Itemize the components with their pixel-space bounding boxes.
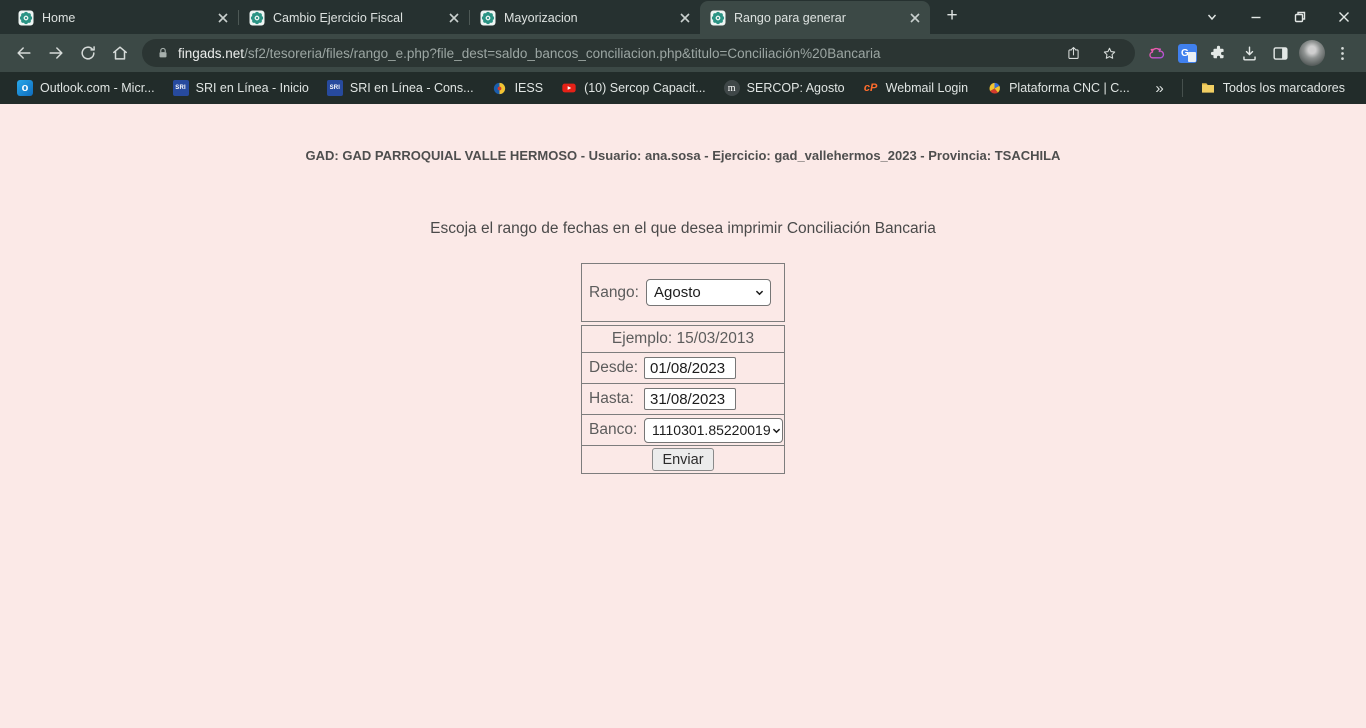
- back-button[interactable]: [8, 37, 40, 69]
- outlook-icon: o: [17, 80, 33, 96]
- bookmarks-bar: o Outlook.com - Micr... SRI SRI en Línea…: [0, 72, 1366, 104]
- browser-menu-icon[interactable]: [1327, 38, 1358, 69]
- iess-icon: [492, 80, 508, 96]
- new-tab-button[interactable]: +: [938, 3, 966, 31]
- enviar-button[interactable]: Enviar: [652, 448, 713, 471]
- tab-label: Home: [42, 11, 206, 25]
- bookmark-iess[interactable]: IESS: [483, 76, 553, 100]
- page-title: Escoja el rango de fechas en el que dese…: [0, 220, 1366, 238]
- downloads-icon[interactable]: [1234, 38, 1265, 69]
- bookmark-star-icon[interactable]: [1093, 39, 1125, 67]
- bookmark-plataforma-cnc[interactable]: Plataforma CNC | C...: [977, 76, 1139, 100]
- tab-home[interactable]: Home: [8, 1, 238, 34]
- url-domain: fingads.net: [178, 46, 244, 61]
- site-favicon-icon: [480, 10, 496, 26]
- gad-session-header: GAD: GAD PARROQUIAL VALLE HERMOSO - Usua…: [0, 104, 1366, 163]
- banco-select[interactable]: 1110301.85220019: [644, 418, 783, 443]
- ejemplo-hint: Ejemplo: 15/03/2013: [582, 326, 784, 352]
- folder-icon: [1200, 80, 1216, 96]
- address-bar[interactable]: fingads.net/sf2/tesoreria/files/rango_e.…: [142, 39, 1135, 67]
- side-panel-icon[interactable]: [1265, 38, 1296, 69]
- bookmark-sri-inicio[interactable]: SRI SRI en Línea - Inicio: [164, 76, 318, 100]
- banco-row: Banco: 1110301.85220019: [582, 414, 784, 445]
- tab-close-icon[interactable]: [445, 9, 463, 27]
- bookmark-sri-consultas[interactable]: SRI SRI en Línea - Cons...: [318, 76, 483, 100]
- tab-search-chevron-icon[interactable]: [1190, 0, 1234, 34]
- translate-extension-icon[interactable]: G: [1172, 38, 1203, 69]
- restore-button[interactable]: [1278, 0, 1322, 34]
- hasta-label: Hasta:: [589, 390, 644, 408]
- site-favicon-icon: [710, 10, 726, 26]
- hasta-row: Hasta:: [582, 383, 784, 414]
- tab-close-icon[interactable]: [676, 9, 694, 27]
- desde-row: Desde:: [582, 352, 784, 383]
- cpanel-icon: cP: [864, 82, 877, 94]
- desde-label: Desde:: [589, 359, 644, 377]
- sercop-icon: m: [724, 80, 740, 96]
- home-button[interactable]: [104, 37, 136, 69]
- tab-label: Mayorizacion: [504, 11, 668, 25]
- chevron-down-icon: [754, 287, 765, 298]
- forward-button[interactable]: [40, 37, 72, 69]
- tab-rango-para-generar[interactable]: Rango para generar: [700, 1, 930, 34]
- desde-input[interactable]: [644, 357, 736, 379]
- banco-label: Banco:: [589, 421, 644, 439]
- bookmarks-overflow-chevron[interactable]: »: [1145, 80, 1173, 97]
- tab-mayorizacion[interactable]: Mayorizacion: [470, 1, 700, 34]
- bookmark-outlook[interactable]: o Outlook.com - Micr...: [8, 76, 164, 100]
- sri-icon: SRI: [327, 80, 343, 96]
- tab-cambio-ejercicio[interactable]: Cambio Ejercicio Fiscal: [239, 1, 469, 34]
- site-favicon-icon: [249, 10, 265, 26]
- profile-avatar[interactable]: [1296, 38, 1327, 69]
- rango-label: Rango:: [589, 284, 646, 302]
- bookmark-sercop-agosto[interactable]: m SERCOP: Agosto: [715, 76, 854, 100]
- web-page: GAD: GAD PARROQUIAL VALLE HERMOSO - Usua…: [0, 104, 1366, 728]
- reload-button[interactable]: [72, 37, 104, 69]
- close-window-button[interactable]: [1322, 0, 1366, 34]
- rango-table: Rango: Agosto: [581, 263, 785, 322]
- bookmarks-divider: [1182, 79, 1183, 97]
- browser-window: Home Cambio Ejercicio Fiscal Mayorizacio…: [0, 0, 1366, 728]
- cnc-icon: [986, 80, 1002, 96]
- hasta-input[interactable]: [644, 388, 736, 410]
- rango-select[interactable]: Agosto: [646, 279, 771, 306]
- rango-row: Rango: Agosto: [582, 264, 784, 321]
- tab-label: Rango para generar: [734, 11, 898, 25]
- window-controls: [1190, 0, 1366, 34]
- chevron-down-icon: [771, 425, 782, 436]
- extensions-puzzle-icon[interactable]: [1203, 38, 1234, 69]
- tab-strip: Home Cambio Ejercicio Fiscal Mayorizacio…: [0, 0, 1366, 34]
- fechas-table: Ejemplo: 15/03/2013 Desde: Hasta: Banco:…: [581, 325, 785, 474]
- bookmark-webmail[interactable]: cP Webmail Login: [854, 76, 977, 100]
- browser-toolbar: fingads.net/sf2/tesoreria/files/rango_e.…: [0, 34, 1366, 72]
- bookmark-sercop-youtube[interactable]: (10) Sercop Capacit...: [552, 76, 715, 100]
- site-favicon-icon: [18, 10, 34, 26]
- pink-cloud-extension-icon[interactable]: [1141, 38, 1172, 69]
- submit-row: Enviar: [582, 445, 784, 473]
- youtube-icon: [561, 80, 577, 96]
- share-icon[interactable]: [1057, 39, 1089, 67]
- lock-icon: [156, 46, 170, 60]
- date-range-form: Rango: Agosto Ejemplo: 15/03/2013 Desde:…: [581, 263, 785, 474]
- tab-close-icon[interactable]: [906, 9, 924, 27]
- sri-icon: SRI: [173, 80, 189, 96]
- url-path: /sf2/tesoreria/files/rango_e.php?file_de…: [244, 46, 880, 61]
- address-actions: [1057, 39, 1125, 67]
- tab-label: Cambio Ejercicio Fiscal: [273, 11, 437, 25]
- minimize-button[interactable]: [1234, 0, 1278, 34]
- all-bookmarks-folder[interactable]: Todos los marcadores: [1191, 76, 1354, 100]
- tab-close-icon[interactable]: [214, 9, 232, 27]
